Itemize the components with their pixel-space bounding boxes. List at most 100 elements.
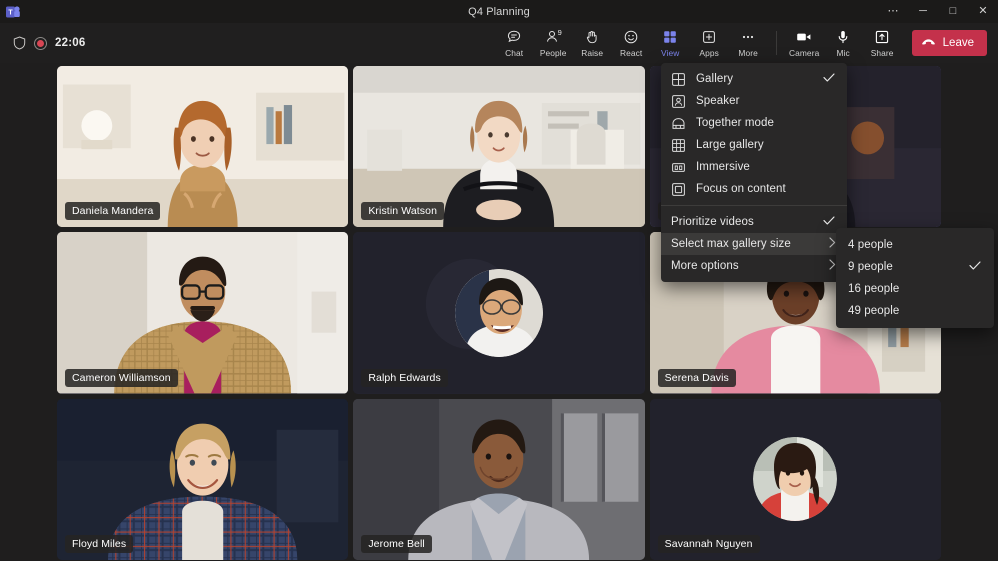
toolbar-label-react: React xyxy=(620,48,642,58)
menu-item-prioritize-videos[interactable]: Prioritize videos xyxy=(661,211,847,233)
apps-plus-icon xyxy=(701,29,717,46)
menu-item-together-mode[interactable]: Together mode xyxy=(661,112,847,134)
speaker-portrait-icon xyxy=(671,95,686,108)
teams-logo-icon: T xyxy=(0,5,26,19)
gallery-size-submenu: 4 people 9 people 16 people 49 people xyxy=(836,228,994,328)
toolbar-button-apps[interactable]: Apps xyxy=(690,23,729,63)
participant-name: Savannah Nguyen xyxy=(658,535,760,553)
toolbar-label-view: View xyxy=(661,48,679,58)
submenu-item-49-people[interactable]: 49 people xyxy=(836,300,994,322)
recording-dot-icon xyxy=(34,37,47,50)
view-grid-icon xyxy=(662,29,678,46)
more-ellipsis-icon xyxy=(740,29,756,46)
menu-item-focus-on-content[interactable]: Focus on content xyxy=(661,178,847,200)
participant-tile-ralph-edwards[interactable]: Ralph Edwards xyxy=(353,232,644,393)
toolbar-label-mic: Mic xyxy=(836,48,849,58)
participant-tile-floyd-miles[interactable]: Floyd Miles xyxy=(57,399,348,560)
close-icon[interactable]: ✕ xyxy=(968,0,998,23)
immersive-icon xyxy=(671,161,686,174)
window-controls: ⋯ ─ □ ✕ xyxy=(878,0,998,23)
toolbar-label-raise: Raise xyxy=(581,48,603,58)
chat-icon xyxy=(506,29,522,46)
avatar xyxy=(753,437,837,521)
menu-label-speaker: Speaker xyxy=(696,95,813,107)
participant-tile-savannah-nguyen[interactable]: Savannah Nguyen xyxy=(650,399,941,560)
submenu-item-9-people[interactable]: 9 people xyxy=(836,256,994,278)
participant-name: Kristin Watson xyxy=(361,202,444,220)
together-mode-icon xyxy=(671,117,686,130)
toolbar-button-react[interactable]: React xyxy=(612,23,651,63)
submenu-label-9-people: 9 people xyxy=(848,261,959,273)
participant-tile-kristin-watson[interactable]: Kristin Watson xyxy=(353,66,644,227)
toolbar-button-share[interactable]: Share xyxy=(863,23,902,63)
menu-item-gallery[interactable]: Gallery xyxy=(661,68,847,90)
share-screen-icon xyxy=(874,29,890,46)
elapsed-time: 22:06 xyxy=(55,37,85,49)
hangup-phone-icon xyxy=(921,36,936,50)
toolbar-label-share: Share xyxy=(871,48,894,58)
menu-label-large-gallery: Large gallery xyxy=(696,139,813,151)
participant-tile-cameron-williamson[interactable]: Cameron Williamson xyxy=(57,232,348,393)
toolbar-button-more[interactable]: More xyxy=(729,23,768,63)
submenu-item-4-people[interactable]: 4 people xyxy=(836,234,994,256)
submenu-label-16-people: 16 people xyxy=(848,283,959,295)
toolbar-label-camera: Camera xyxy=(789,48,819,58)
chevron-right-icon xyxy=(829,259,836,273)
menu-item-immersive[interactable]: Immersive xyxy=(661,156,847,178)
toolbar-button-camera[interactable]: Camera xyxy=(785,23,824,63)
people-count-badge: 9 xyxy=(558,28,562,37)
menu-item-select-max-gallery-size[interactable]: Select max gallery size xyxy=(661,233,847,255)
submenu-item-16-people[interactable]: 16 people xyxy=(836,278,994,300)
toolbar-button-people[interactable]: 9 People xyxy=(534,23,573,63)
participant-tile-jerome-bell[interactable]: Jerome Bell xyxy=(353,399,644,560)
submenu-label-49-people: 49 people xyxy=(848,305,959,317)
menu-label-select-max-gallery-size: Select max gallery size xyxy=(671,238,819,250)
meeting-status-group: 22:06 xyxy=(0,36,85,50)
more-window-options-icon[interactable]: ⋯ xyxy=(878,0,908,23)
participant-name: Daniela Mandera xyxy=(65,202,160,220)
menu-item-speaker[interactable]: Speaker xyxy=(661,90,847,112)
menu-item-more-options[interactable]: More options xyxy=(661,255,847,277)
maximize-icon[interactable]: □ xyxy=(938,0,968,23)
menu-label-gallery: Gallery xyxy=(696,73,813,85)
svg-text:T: T xyxy=(8,9,13,16)
menu-label-immersive: Immersive xyxy=(696,161,813,173)
participant-name: Serena Davis xyxy=(658,369,736,387)
toolbar-label-apps: Apps xyxy=(699,48,719,58)
focus-content-icon xyxy=(671,183,686,196)
menu-label-focus-on-content: Focus on content xyxy=(696,183,813,195)
leave-button[interactable]: Leave xyxy=(912,30,987,56)
shield-icon xyxy=(13,36,26,50)
participant-name: Floyd Miles xyxy=(65,535,133,553)
window-title: Q4 Planning xyxy=(0,6,998,18)
avatar xyxy=(455,269,543,357)
menu-label-prioritize-videos: Prioritize videos xyxy=(671,216,813,228)
toolbar-actions: Chat 9 People Raise React xyxy=(495,23,998,63)
participant-name: Cameron Williamson xyxy=(65,369,178,387)
menu-label-together-mode: Together mode xyxy=(696,117,813,129)
participant-tile-daniela-mandera[interactable]: Daniela Mandera xyxy=(57,66,348,227)
menu-label-more-options: More options xyxy=(671,260,819,272)
toolbar-button-chat[interactable]: Chat xyxy=(495,23,534,63)
participant-name: Ralph Edwards xyxy=(361,369,448,387)
teams-meeting-window: T Q4 Planning ⋯ ─ □ ✕ 22:06 xyxy=(0,0,998,561)
toolbar-button-mic[interactable]: Mic xyxy=(824,23,863,63)
toolbar-label-more: More xyxy=(738,48,757,58)
raise-hand-icon xyxy=(584,29,600,46)
check-icon xyxy=(823,216,836,228)
toolbar-label-people: People xyxy=(540,48,567,58)
toolbar-button-view[interactable]: View xyxy=(651,23,690,63)
toolbar-button-raise[interactable]: Raise xyxy=(573,23,612,63)
view-menu: Gallery Speaker Together mode Large gall… xyxy=(661,63,847,282)
microphone-icon xyxy=(835,29,851,46)
camera-icon xyxy=(795,29,813,46)
large-gallery-icon xyxy=(671,139,686,152)
participant-name: Jerome Bell xyxy=(361,535,432,553)
toolbar-label-chat: Chat xyxy=(505,48,523,58)
chevron-right-icon xyxy=(829,237,836,251)
meeting-toolbar: 22:06 Chat 9 People Raise xyxy=(0,23,998,63)
check-icon xyxy=(823,73,836,85)
minimize-icon[interactable]: ─ xyxy=(908,0,938,23)
toolbar-divider xyxy=(776,31,777,55)
menu-item-large-gallery[interactable]: Large gallery xyxy=(661,134,847,156)
